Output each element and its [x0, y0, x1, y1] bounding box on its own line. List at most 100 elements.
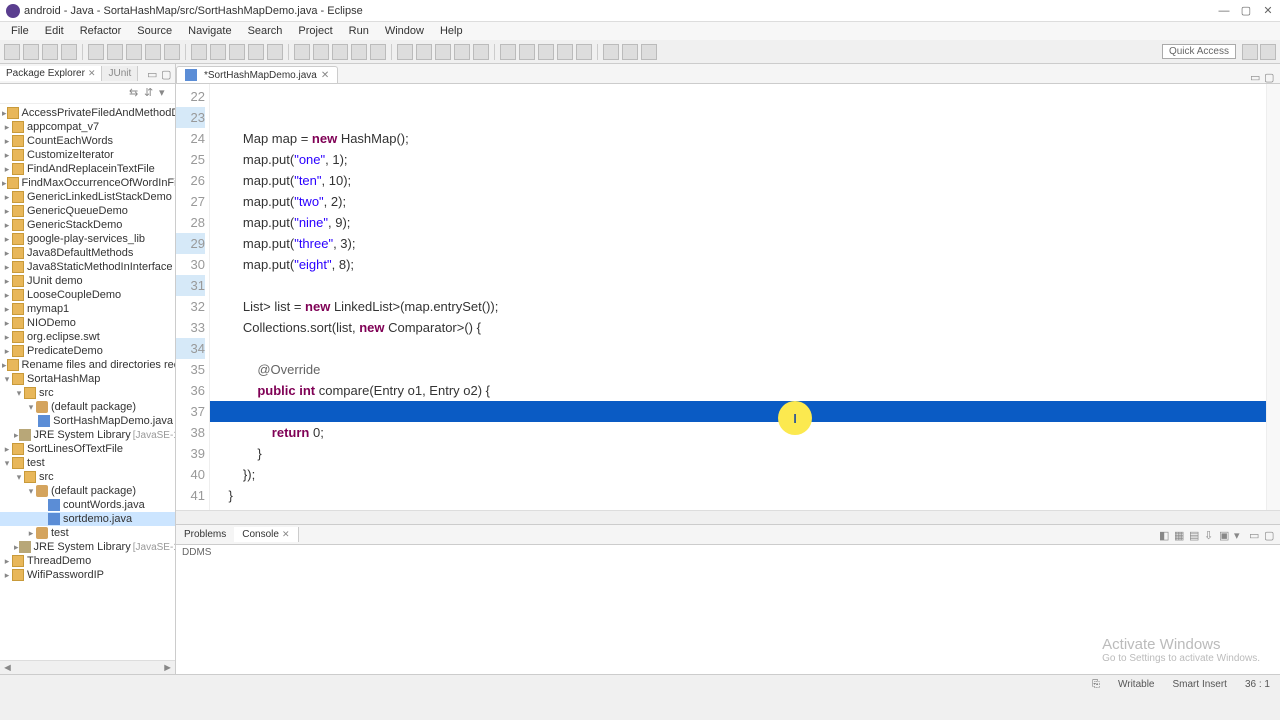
panel-minimize-icon[interactable]: ▭ [1249, 529, 1261, 541]
toolbar-icon-0[interactable] [4, 44, 20, 60]
toolbar-icon-14[interactable] [294, 44, 310, 60]
tree-item[interactable]: ▸LooseCoupleDemo [0, 288, 175, 302]
tree-item[interactable]: ▾src [0, 470, 175, 484]
menu-help[interactable]: Help [433, 24, 470, 38]
code-line-30[interactable]: List> list = new LinkedList>(map.entrySe… [210, 296, 1266, 317]
code-line-39[interactable]: } [210, 485, 1266, 506]
menu-source[interactable]: Source [130, 24, 179, 38]
tree-item[interactable]: ▸JUnit demo [0, 274, 175, 288]
tree-item[interactable]: ▾src [0, 386, 175, 400]
console-open-icon[interactable]: ▣ [1219, 529, 1231, 541]
toolbar-icon-29[interactable] [603, 44, 619, 60]
close-button[interactable]: ✕ [1262, 5, 1274, 17]
code-line-38[interactable]: }); [210, 464, 1266, 485]
tree-item[interactable]: ▸CountEachWords [0, 134, 175, 148]
toolbar-icon-25[interactable] [519, 44, 535, 60]
toolbar-icon-22[interactable] [454, 44, 470, 60]
toolbar-icon-30[interactable] [622, 44, 638, 60]
menu-window[interactable]: Window [378, 24, 431, 38]
tree-item[interactable]: ▸mymap1 [0, 302, 175, 316]
toolbar-icon-11[interactable] [229, 44, 245, 60]
menu-navigate[interactable]: Navigate [181, 24, 238, 38]
tree-item[interactable]: ▸WifiPasswordIP [0, 568, 175, 582]
console-dropdown-icon[interactable]: ▾ [1234, 529, 1246, 541]
code-line-31[interactable]: Collections.sort(list, new Comparator>()… [210, 317, 1266, 338]
maximize-button[interactable]: ▢ [1240, 5, 1252, 17]
menu-file[interactable]: File [4, 24, 36, 38]
toolbar-icon-17[interactable] [351, 44, 367, 60]
console-scroll-icon[interactable]: ⇩ [1204, 529, 1216, 541]
tree-item[interactable]: sortdemo.java [0, 512, 175, 526]
toolbar-icon-10[interactable] [210, 44, 226, 60]
editor-tab-sorthashmapdemo[interactable]: *SortHashMapDemo.java ✕ [176, 66, 338, 83]
tree-item[interactable]: ▸google-play-services_lib [0, 232, 175, 246]
code-content[interactable]: Map map = new HashMap(); map.put("one", … [210, 84, 1266, 510]
toolbar-icon-9[interactable] [191, 44, 207, 60]
tree-item[interactable]: ▾test [0, 456, 175, 470]
tree-item[interactable]: ▸FindAndReplaceinTextFile [0, 162, 175, 176]
toolbar-icon-2[interactable] [42, 44, 58, 60]
toolbar-icon-19[interactable] [397, 44, 413, 60]
tree-item[interactable]: ▸FindMaxOccurrenceOfWordInFile [0, 176, 175, 190]
maximize-view-icon[interactable]: ▢ [161, 68, 173, 80]
tree-item[interactable]: countWords.java [0, 498, 175, 512]
tree-item[interactable]: ▸ThreadDemo [0, 554, 175, 568]
toolbar-icon-20[interactable] [416, 44, 432, 60]
tab-console[interactable]: Console ✕ [234, 527, 298, 542]
toolbar-icon-6[interactable] [126, 44, 142, 60]
perspective-java-icon[interactable] [1242, 44, 1258, 60]
toolbar-icon-31[interactable] [641, 44, 657, 60]
menu-refactor[interactable]: Refactor [73, 24, 129, 38]
code-line-23[interactable]: map.put("one", 1); [210, 149, 1266, 170]
link-editor-icon[interactable]: ⇵ [144, 86, 156, 98]
tab-junit[interactable]: JUnit [102, 66, 138, 81]
editor-maximize-icon[interactable]: ▢ [1264, 71, 1276, 83]
tree-item[interactable]: ▾(default package) [0, 400, 175, 414]
tree-item[interactable]: ▸test [0, 526, 175, 540]
tree-item[interactable]: ▾SortaHashMap [0, 372, 175, 386]
code-line-35[interactable] [210, 401, 1266, 422]
tree-item[interactable]: ▸JRE System Library[JavaSE-1.7] [0, 540, 175, 554]
tree-item[interactable]: ▸Rename files and directories recursivel… [0, 358, 175, 372]
code-line-25[interactable]: map.put("two", 2); [210, 191, 1266, 212]
toolbar-icon-4[interactable] [88, 44, 104, 60]
tree-item[interactable]: ▸CustomizeIterator [0, 148, 175, 162]
collapse-all-icon[interactable]: ⇆ [129, 86, 141, 98]
tab-problems[interactable]: Problems [176, 527, 234, 542]
toolbar-icon-28[interactable] [576, 44, 592, 60]
toolbar-icon-7[interactable] [145, 44, 161, 60]
console-pin-icon[interactable]: ◧ [1159, 529, 1171, 541]
toolbar-icon-23[interactable] [473, 44, 489, 60]
toolbar-icon-1[interactable] [23, 44, 39, 60]
tree-item[interactable]: ▸org.eclipse.swt [0, 330, 175, 344]
tree-item[interactable]: ▸NIODemo [0, 316, 175, 330]
code-line-34[interactable]: public int compare(Entry o1, Entry o2) { [210, 380, 1266, 401]
toolbar-icon-8[interactable] [164, 44, 180, 60]
minimize-view-icon[interactable]: ▭ [147, 68, 159, 80]
code-line-32[interactable] [210, 338, 1266, 359]
code-line-28[interactable]: map.put("eight", 8); [210, 254, 1266, 275]
tree-item[interactable]: ▸JRE System Library[JavaSE-1.8] [0, 428, 175, 442]
code-line-36[interactable]: return 0; [210, 422, 1266, 443]
tree-item[interactable]: ▸Java8DefaultMethods [0, 246, 175, 260]
quick-access[interactable]: Quick Access [1162, 44, 1236, 59]
tree-item[interactable]: ▸appcompat_v7 [0, 120, 175, 134]
toolbar-icon-18[interactable] [370, 44, 386, 60]
toolbar-icon-16[interactable] [332, 44, 348, 60]
tree-item[interactable]: ▸GenericLinkedListStackDemo [0, 190, 175, 204]
code-line-22[interactable]: Map map = new HashMap(); [210, 128, 1266, 149]
tree-item[interactable]: ▸AccessPrivateFiledAndMethodDemo [0, 106, 175, 120]
code-line-37[interactable]: } [210, 443, 1266, 464]
view-menu-icon[interactable]: ▾ [159, 86, 171, 98]
code-line-24[interactable]: map.put("ten", 10); [210, 170, 1266, 191]
close-icon[interactable]: ✕ [282, 529, 290, 540]
toolbar-icon-15[interactable] [313, 44, 329, 60]
editor-hscroll[interactable] [176, 510, 1280, 524]
console-clear-icon[interactable]: ▤ [1189, 529, 1201, 541]
menu-search[interactable]: Search [241, 24, 290, 38]
menu-project[interactable]: Project [291, 24, 339, 38]
tree-item[interactable]: ▸GenericQueueDemo [0, 204, 175, 218]
tree-item[interactable]: ▸GenericStackDemo [0, 218, 175, 232]
editor-minimize-icon[interactable]: ▭ [1250, 71, 1262, 83]
menu-run[interactable]: Run [342, 24, 376, 38]
